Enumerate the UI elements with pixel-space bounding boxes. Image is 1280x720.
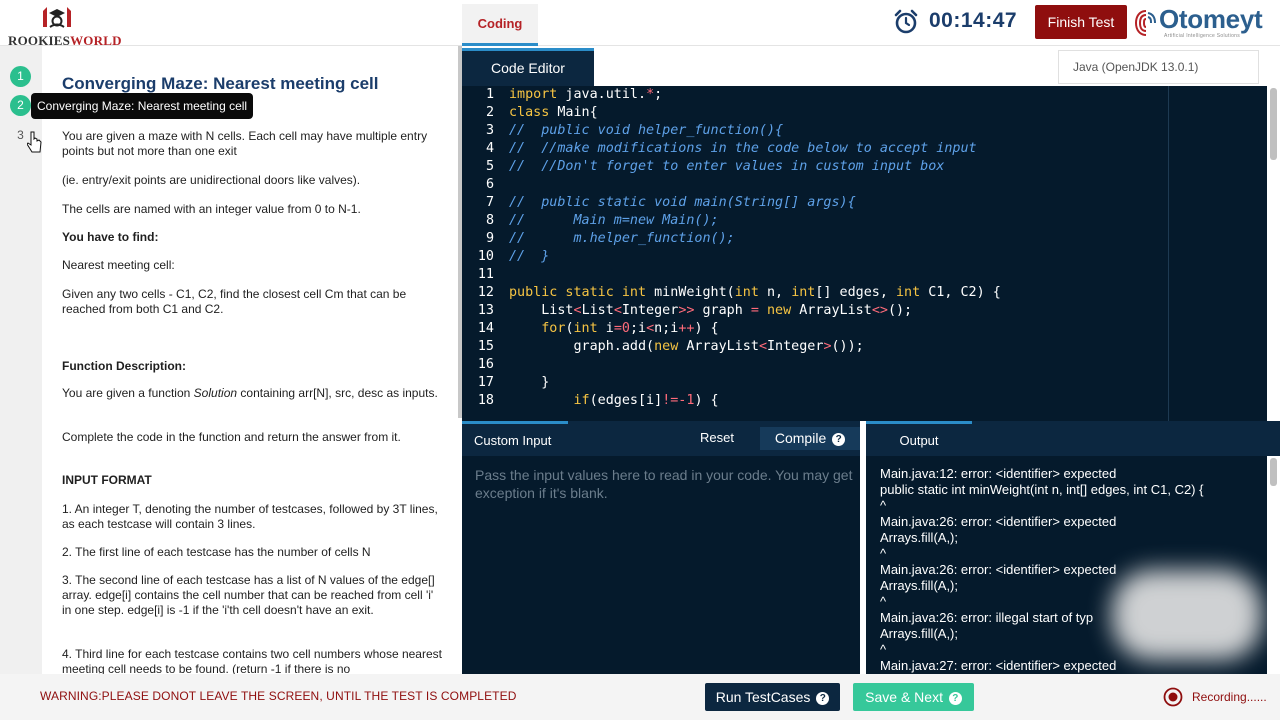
code-line: 15 graph.add(new ArrayList<Integer>());: [477, 339, 864, 354]
problem-paragraph: 1. An integer T, denoting the number of …: [62, 502, 438, 531]
code-line: 7// public static void main(String[] arg…: [485, 195, 856, 210]
problem-paragraph: 4. Third line for each testcase contains…: [62, 647, 442, 674]
code-line: 3// public void helper_function(){: [485, 123, 784, 138]
alarm-clock-icon: [894, 9, 918, 34]
problem-paragraph: 2. The first line of each testcase has t…: [62, 545, 371, 559]
mouse-cursor-icon: [27, 131, 42, 153]
output-line: ^: [880, 546, 887, 561]
question-1-button[interactable]: 1: [10, 66, 31, 87]
problem-paragraph: The cells are named with an integer valu…: [62, 202, 361, 216]
problem-text: containing arr[N], src, desc as inputs.: [240, 386, 438, 400]
output-line: Arrays.fill(A,);: [880, 626, 958, 641]
editor-minimap-border: [1168, 86, 1169, 421]
output-line: Arrays.fill(A,);: [880, 578, 958, 593]
otomeyt-brand-tagline: Artificial Intelligence Solutions: [1164, 33, 1241, 39]
help-icon: ?: [832, 433, 846, 446]
code-line: 14 for(int i=0;i<n;i++) {: [477, 321, 719, 336]
code-line: 1 import java.util.*;: [485, 87, 663, 102]
language-select[interactable]: Java (OpenJDK 13.0.1): [1058, 50, 1259, 84]
output-line: ^: [880, 594, 887, 609]
recording-icon: [1163, 687, 1183, 707]
save-next-label: Save & Next: [865, 689, 943, 705]
compile-button[interactable]: Compile ?: [760, 427, 860, 450]
help-icon: ?: [816, 692, 830, 705]
output-console: Main.java:12: error: <identifier> expect…: [866, 456, 1280, 674]
code-line: 11: [477, 267, 494, 282]
output-scrollbar-thumb[interactable]: [1270, 458, 1277, 486]
question-2-button[interactable]: 2: [10, 95, 31, 116]
problem-paragraph: 3. The second line of each testcase has …: [62, 573, 435, 617]
output-scrollbar[interactable]: [1267, 456, 1280, 674]
code-line: 5// //Don't forget to enter values in cu…: [485, 159, 945, 174]
code-line: 6: [485, 177, 494, 192]
custom-input-bar: Custom Input Reset Compile ?: [462, 421, 860, 456]
run-testcases-button[interactable]: Run TestCases ?: [705, 683, 840, 711]
code-line: 16: [477, 357, 494, 372]
code-editor-tab[interactable]: Code Editor: [462, 48, 594, 86]
custom-input-placeholder: Pass the input values here to read in yo…: [475, 467, 853, 501]
code-line: 8// Main m=new Main();: [485, 213, 719, 228]
section-tab-coding[interactable]: Coding: [462, 4, 538, 46]
fingerprint-icon: [1134, 10, 1156, 36]
problem-paragraph: Given any two cells - C1, C2, find the c…: [62, 287, 407, 316]
output-line: Main.java:27: error: <identifier> expect…: [880, 658, 1117, 673]
problem-subheading: INPUT FORMAT: [62, 473, 152, 487]
problem-statement-panel: Converging Maze: Nearest meeting cell Yo…: [42, 46, 458, 674]
finish-test-button[interactable]: Finish Test: [1035, 5, 1127, 39]
output-line: Main.java:26: error: <identifier> expect…: [880, 562, 1117, 577]
run-testcases-label: Run TestCases: [715, 689, 811, 705]
output-line: public static int minWeight(int n, int[]…: [880, 482, 1204, 497]
code-line: 2 class Main{: [485, 105, 598, 120]
output-line: Main.java:26: error: illegal start of ty…: [880, 610, 1094, 625]
problem-paragraph: Nearest meeting cell:: [62, 258, 175, 272]
webcam-overlay: [1112, 570, 1262, 660]
code-line: 13 List<List<Integer>> graph = new Array…: [477, 303, 913, 318]
test-page: ROOKIESWORLD Coding 00:14:47 Finish Test…: [0, 0, 1280, 720]
output-line: Main.java:12: error: <identifier> expect…: [880, 466, 1117, 481]
save-next-button[interactable]: Save & Next ?: [853, 683, 974, 711]
code-line: 4// //make modifications in the code bel…: [485, 141, 977, 156]
question-tooltip: Converging Maze: Nearest meeting cell: [31, 93, 254, 119]
code-line: 18 if(edges[i]!=-1) {: [477, 393, 719, 408]
code-line: 17 }: [477, 375, 550, 390]
problem-paragraph: You are given a function Solution contai…: [62, 386, 442, 401]
code-editor[interactable]: 1 import java.util.*; 2 class Main{ 3// pu…: [462, 86, 1280, 421]
recording-status: Recording......: [1192, 690, 1267, 704]
custom-input-textarea[interactable]: Pass the input values here to read in yo…: [462, 456, 860, 674]
countdown-timer: 00:14:47: [929, 9, 1018, 32]
output-bar: Output: [866, 421, 1280, 456]
code-line: 12 public static int minWeight(int n, int…: [477, 285, 1001, 300]
output-tab[interactable]: Output: [866, 421, 972, 456]
logo-mark-icon: [43, 7, 71, 28]
reset-button[interactable]: Reset: [700, 430, 734, 445]
problem-subheading: Function Description:: [62, 359, 186, 373]
problem-paragraph: You are given a maze with N cells. Each …: [62, 129, 428, 158]
problem-title: Converging Maze: Nearest meeting cell: [62, 74, 379, 93]
compile-label: Compile: [774, 430, 827, 446]
function-name: Solution: [193, 386, 238, 400]
editor-tabbar: Code Editor Java (OpenJDK 13.0.1): [462, 46, 1280, 86]
code-line: 9// m.helper_function();: [485, 231, 735, 246]
problem-paragraph: (ie. entry/exit points are unidirectiona…: [62, 173, 361, 187]
warning-message: WARNING:PLEASE DONOT LEAVE THE SCREEN, U…: [40, 689, 517, 703]
output-line: ^: [880, 642, 887, 657]
output-line: Main.java:26: error: <identifier> expect…: [880, 514, 1117, 529]
problem-subheading: You have to find:: [62, 230, 159, 244]
problem-text: You are given a function: [62, 386, 191, 400]
output-line: ^: [880, 498, 887, 513]
code-line: 10// }: [477, 249, 550, 264]
rookies-world-logo: ROOKIESWORLD: [8, 5, 121, 48]
editor-scrollbar-thumb[interactable]: [1270, 88, 1277, 160]
help-icon: ?: [948, 692, 962, 705]
otomeyt-brand-name: Otomeyt: [1159, 4, 1263, 34]
bottom-footer: WARNING:PLEASE DONOT LEAVE THE SCREEN, U…: [0, 674, 1280, 720]
output-line: Arrays.fill(A,);: [880, 530, 958, 545]
top-header: ROOKIESWORLD Coding 00:14:47 Finish Test…: [0, 0, 1280, 48]
editor-scrollbar[interactable]: [1267, 86, 1280, 421]
custom-input-tab[interactable]: Custom Input: [462, 421, 568, 456]
problem-paragraph: Complete the code in the function and re…: [62, 430, 401, 444]
